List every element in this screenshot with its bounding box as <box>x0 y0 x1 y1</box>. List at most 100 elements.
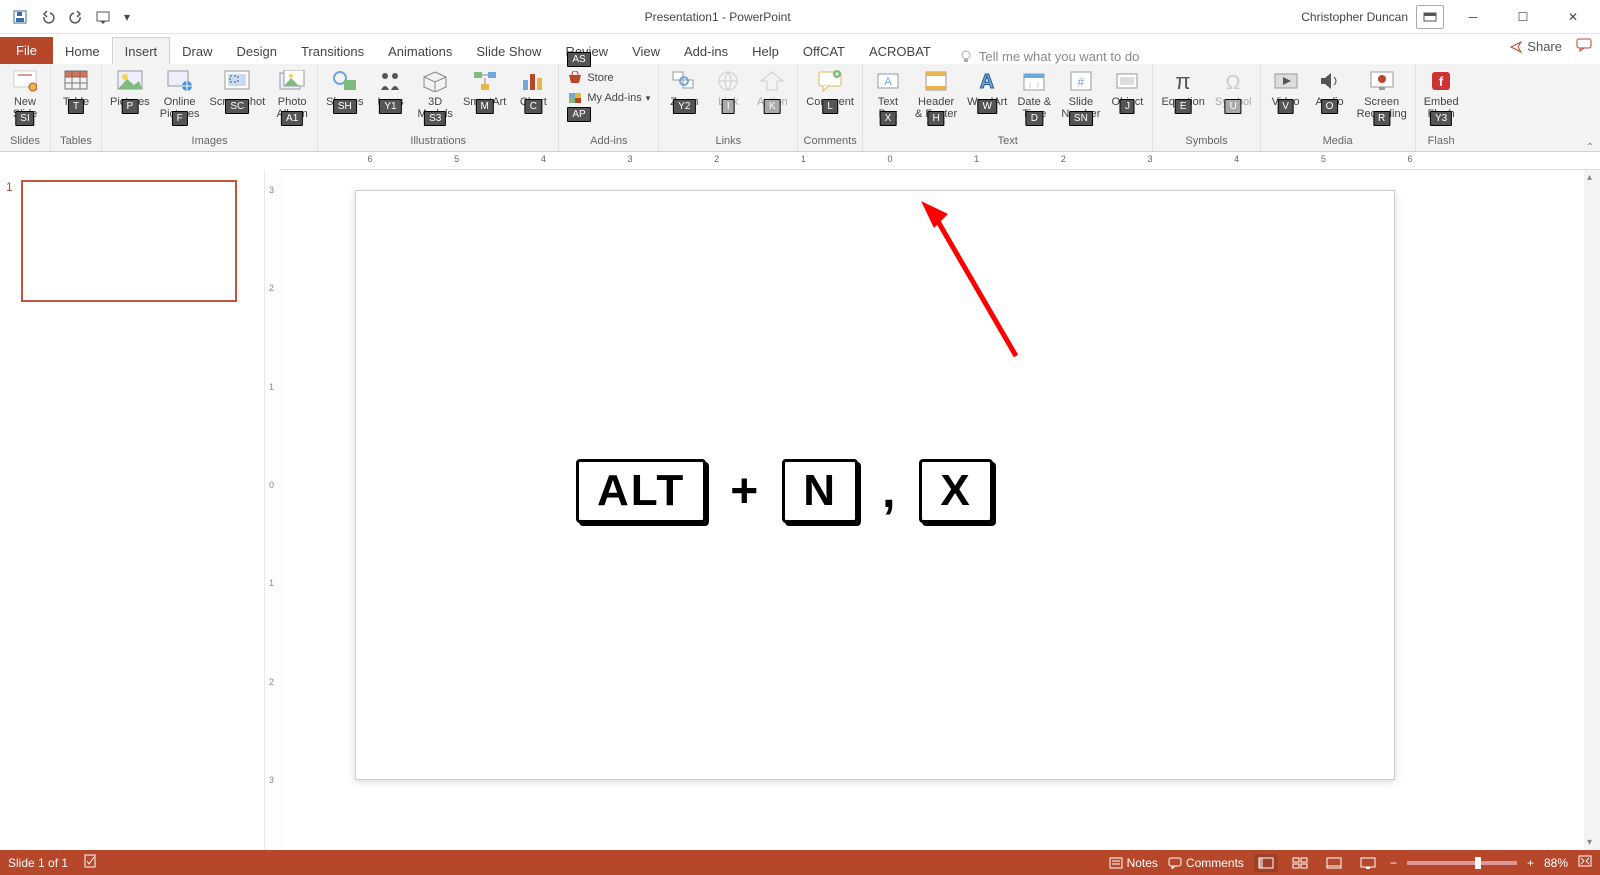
online-pictures-icon <box>166 68 194 94</box>
slide-thumbnail-1[interactable] <box>21 180 237 302</box>
header-footer-button[interactable]: Header & Footer H <box>911 66 961 122</box>
svg-text:π: π <box>1176 70 1191 92</box>
redo-button[interactable] <box>64 5 88 29</box>
thumbnail-number: 1 <box>6 180 13 302</box>
zoom-level[interactable]: 88% <box>1544 856 1568 870</box>
textbox-button[interactable]: A Text Box X <box>867 66 909 122</box>
lightbulb-icon <box>959 50 973 64</box>
group-label: Comments <box>804 133 857 151</box>
svg-text:A: A <box>884 76 892 88</box>
tab-file[interactable]: File <box>0 37 53 64</box>
audio-button[interactable]: Audio O <box>1309 66 1351 110</box>
notes-button[interactable]: Notes <box>1109 856 1158 870</box>
pi-icon: π <box>1169 68 1197 94</box>
zoom-icon <box>670 68 698 94</box>
tell-me-search[interactable]: Tell me what you want to do <box>959 49 1139 64</box>
comment-icon <box>816 68 844 94</box>
reading-view-button[interactable] <box>1322 854 1346 872</box>
slideshow-view-button[interactable] <box>1356 854 1380 872</box>
tab-slideshow[interactable]: Slide Show <box>464 38 553 64</box>
wordart-icon: A <box>973 68 1001 94</box>
tab-animations[interactable]: Animations <box>376 38 464 64</box>
link-button: Link I <box>707 66 749 110</box>
action-button: Action K <box>751 66 793 110</box>
omega-icon: Ω <box>1219 68 1247 94</box>
vertical-scrollbar[interactable]: ▴ ▾ <box>1584 170 1600 850</box>
comments-pane-button[interactable] <box>1576 38 1592 55</box>
tab-transitions[interactable]: Transitions <box>289 38 376 64</box>
photo-album-button[interactable]: Photo Album A1 <box>271 66 313 122</box>
chart-button[interactable]: Chart C <box>512 66 554 110</box>
date-time-button[interactable]: Date & Time D <box>1013 66 1055 122</box>
addins-icon <box>567 90 583 106</box>
screenshot-button[interactable]: Screenshot SC <box>206 66 270 110</box>
icons-button[interactable]: Icons Y1 <box>369 66 411 110</box>
object-button[interactable]: Object J <box>1106 66 1148 110</box>
embed-flash-button[interactable]: f Embed Flash Y3 <box>1420 66 1463 122</box>
zoom-out-button[interactable]: − <box>1390 856 1397 870</box>
smartart-button[interactable]: SmartArt M <box>459 66 510 110</box>
title-bar: ▾ Presentation1 - PowerPoint Christopher… <box>0 0 1600 34</box>
user-name: Christopher Duncan <box>1301 10 1408 24</box>
icons-icon <box>376 68 404 94</box>
zoom-button[interactable]: Zoom Y2 <box>663 66 705 110</box>
slide-sorter-view-button[interactable] <box>1288 854 1312 872</box>
share-icon <box>1509 40 1523 54</box>
new-slide-button[interactable]: New Slide SI <box>4 66 46 122</box>
zoom-in-button[interactable]: + <box>1527 856 1534 870</box>
wordart-button[interactable]: A WordArt W <box>963 66 1011 110</box>
my-addins-button[interactable]: My Add-ins ▾ AP <box>567 90 650 106</box>
shapes-button[interactable]: Shapes SH <box>322 66 367 110</box>
group-label: Illustrations <box>410 133 466 151</box>
save-button[interactable] <box>8 5 32 29</box>
group-label: Symbols <box>1185 133 1227 151</box>
tab-design[interactable]: Design <box>225 38 289 64</box>
ribbon-tabs: File Home Insert Draw Design Transitions… <box>0 34 1600 64</box>
group-text: A Text Box X Header & Footer H A WordArt… <box>863 64 1153 151</box>
pictures-button[interactable]: Pictures P <box>106 66 154 110</box>
tab-view[interactable]: View <box>620 38 672 64</box>
tab-addins[interactable]: Add-ins <box>672 38 740 64</box>
slide-canvas[interactable]: ALT + N , X <box>355 190 1395 780</box>
3d-models-button[interactable]: 3D Models S3 <box>413 66 456 122</box>
tab-acrobat[interactable]: ACROBAT <box>857 38 943 64</box>
start-from-beginning-button[interactable] <box>92 5 116 29</box>
table-icon <box>62 68 90 94</box>
chart-icon <box>519 68 547 94</box>
slide-number-button[interactable]: # Slide Number SN <box>1057 66 1104 122</box>
share-button[interactable]: Share <box>1509 39 1562 54</box>
comment-button[interactable]: Comment L <box>802 66 858 110</box>
comments-toggle-button[interactable]: Comments <box>1168 856 1244 870</box>
table-button[interactable]: Table T <box>55 66 97 110</box>
group-flash: f Embed Flash Y3 Flash <box>1416 64 1467 151</box>
slide-counter[interactable]: Slide 1 of 1 <box>8 856 68 870</box>
minimize-button[interactable]: ─ <box>1452 5 1494 29</box>
video-button[interactable]: Video V <box>1265 66 1307 110</box>
smartart-icon <box>471 68 499 94</box>
group-illustrations: Shapes SH Icons Y1 3D Models S3 SmartArt… <box>318 64 559 151</box>
vertical-ruler: 3210123 <box>265 170 283 850</box>
equation-button[interactable]: π Equation E <box>1157 66 1208 110</box>
tab-help[interactable]: Help <box>740 38 791 64</box>
slide-number-icon: # <box>1067 68 1095 94</box>
normal-view-button[interactable] <box>1254 854 1278 872</box>
online-pictures-button[interactable]: Online Pictures F <box>156 66 204 122</box>
qat-customize-button[interactable]: ▾ <box>120 5 134 29</box>
tab-offcat[interactable]: OffCAT <box>791 38 857 64</box>
undo-button[interactable] <box>36 5 60 29</box>
screen-recording-button[interactable]: Screen Recording R <box>1353 66 1411 122</box>
close-button[interactable]: ✕ <box>1552 5 1594 29</box>
spell-check-icon[interactable] <box>84 854 100 871</box>
zoom-slider[interactable] <box>1407 861 1517 865</box>
maximize-button[interactable]: ☐ <box>1502 5 1544 29</box>
store-button[interactable]: Store AS <box>567 70 650 86</box>
fit-to-window-button[interactable] <box>1578 855 1592 870</box>
group-images: Pictures P Online Pictures F Screenshot … <box>102 64 318 151</box>
store-icon <box>567 70 583 86</box>
tab-insert[interactable]: Insert <box>112 37 171 64</box>
tell-me-placeholder: Tell me what you want to do <box>979 49 1139 64</box>
flash-icon: f <box>1427 68 1455 94</box>
tab-home[interactable]: Home <box>53 38 112 64</box>
tab-draw[interactable]: Draw <box>170 38 224 64</box>
ribbon-display-options[interactable] <box>1416 5 1444 29</box>
